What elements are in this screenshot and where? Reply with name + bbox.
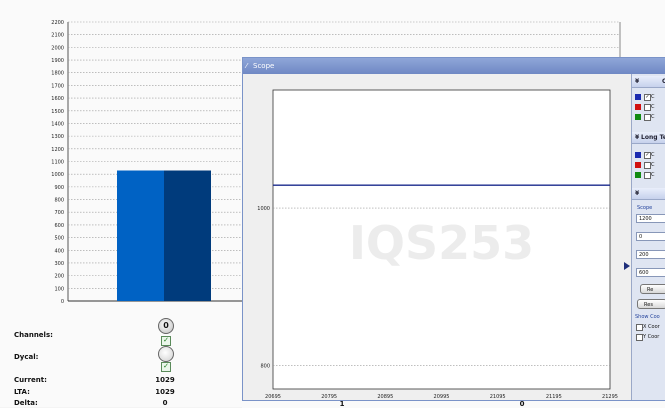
scope-field-4[interactable]: 600 xyxy=(636,268,665,277)
y-tick-label: 1500 xyxy=(51,109,64,115)
lt-label-3: C xyxy=(651,172,655,178)
scope-title-bar[interactable]: ⁄ Scope xyxy=(243,58,665,74)
channel-label-3: C xyxy=(651,114,655,120)
section-longterm-header[interactable]: ¥ Long Te xyxy=(632,132,665,144)
y-tick-label: 700 xyxy=(54,210,64,216)
channels-label: Channels: xyxy=(14,331,53,339)
blue-swatch xyxy=(635,94,641,100)
reset-button-1[interactable]: Re xyxy=(640,284,665,294)
collapse-icon[interactable]: ¥ xyxy=(635,76,639,87)
bar-2 xyxy=(164,170,211,301)
scope-field-2[interactable]: 0 xyxy=(636,232,665,241)
bar-1 xyxy=(117,170,164,301)
scope-plot: IQS253 1000 800 20695 20795 20895 20995 21095 21… xyxy=(257,89,618,400)
channel-checkbox-3[interactable] xyxy=(644,114,651,121)
scope-x-tick: 21095 xyxy=(490,394,506,400)
y-tick-label: 1400 xyxy=(51,121,64,127)
section-longterm-title: Long Te xyxy=(641,134,665,141)
dycal-label: Dycal: xyxy=(14,353,39,361)
reset-button-2[interactable]: Res xyxy=(637,299,665,309)
y-tick-label: 2100 xyxy=(51,33,64,39)
lt-label-2: C xyxy=(651,162,655,168)
scope-settings-label: Scope xyxy=(637,205,653,211)
delta-label: Delta: xyxy=(14,399,38,407)
y-tick-label: 1100 xyxy=(51,160,64,166)
y-tick-label: 900 xyxy=(54,185,64,191)
green-swatch xyxy=(635,172,641,178)
y-tick-label: 1300 xyxy=(51,134,64,140)
y-tick-label: 400 xyxy=(54,248,64,254)
y-tick-label: 1600 xyxy=(51,96,64,102)
y-coord-checkbox[interactable] xyxy=(636,334,643,341)
scope-y-tick: 1000 xyxy=(257,206,270,212)
lt-checkbox-1[interactable]: ✓ xyxy=(644,152,651,159)
lta-label: LTA: xyxy=(14,388,30,396)
watermark: IQS253 xyxy=(349,216,534,270)
y-tick-label: 1900 xyxy=(51,58,64,64)
y-tick-label: 1800 xyxy=(51,71,64,77)
y-tick-label: 200 xyxy=(54,274,64,280)
scope-window-icon: ⁄ xyxy=(246,62,248,70)
section-channels-header[interactable]: ¥ Cı xyxy=(632,76,665,88)
dycal-knob[interactable] xyxy=(158,346,174,362)
red-swatch xyxy=(635,162,641,168)
x-coord-checkbox[interactable] xyxy=(636,324,643,331)
y-tick-label: 100 xyxy=(54,286,64,292)
channels-checkbox[interactable]: ✓ xyxy=(161,336,171,346)
channel-checkbox-1[interactable]: ✓ xyxy=(644,94,651,101)
y-tick-label: 0 xyxy=(61,299,64,305)
collapse-icon[interactable]: ¥ xyxy=(635,132,639,143)
scope-title: Scope xyxy=(253,62,275,70)
scope-field-1[interactable]: 1200 xyxy=(636,214,665,223)
delta-value: 0 xyxy=(162,399,168,407)
scope-x-tick: 21295 xyxy=(602,394,618,400)
channel-label-1: C xyxy=(651,94,655,100)
current-value: 1029 xyxy=(155,376,175,384)
y-tick-label: 2000 xyxy=(51,45,64,51)
scope-window[interactable]: ⁄ Scope IQS253 1000 800 20695 20795 20895 2099… xyxy=(242,57,665,401)
dycal-checkbox[interactable]: ✓ xyxy=(161,362,171,372)
collapse-icon[interactable]: ¥ xyxy=(635,188,639,199)
scope-x-tick: 20995 xyxy=(434,394,450,400)
scope-y-tick: 800 xyxy=(260,363,270,369)
section-scope-header[interactable]: ¥ xyxy=(632,188,665,200)
scope-x-tick: 20795 xyxy=(321,394,337,400)
lt-checkbox-3[interactable] xyxy=(644,172,651,179)
lt-label-1: C xyxy=(651,152,655,158)
red-swatch xyxy=(635,104,641,110)
scope-side-panel: ¥ Cı ✓ C C C ¥ Long Te ✓ C C C ¥ Scope 1… xyxy=(631,74,665,400)
scope-x-tick: 21195 xyxy=(546,394,562,400)
lta-value: 1029 xyxy=(155,388,175,396)
y-tick-label: 1700 xyxy=(51,83,64,89)
blue-swatch xyxy=(635,152,641,158)
lt-checkbox-2[interactable] xyxy=(644,162,651,169)
y-tick-label: 2200 xyxy=(51,20,64,26)
scope-field-3[interactable]: 200 xyxy=(636,250,665,259)
expand-arrow-icon[interactable] xyxy=(624,262,630,270)
show-coords-label: Show Coo xyxy=(635,314,660,320)
channel-label-2: C xyxy=(651,104,655,110)
y-coord-label: Y Coor xyxy=(643,334,660,340)
y-tick-label: 1000 xyxy=(51,172,64,178)
y-tick-label: 500 xyxy=(54,236,64,242)
y-tick-label: 1200 xyxy=(51,147,64,153)
scope-x-tick: 20895 xyxy=(377,394,393,400)
x-coord-label: X Coor xyxy=(643,324,660,330)
y-tick-label: 800 xyxy=(54,198,64,204)
current-label: Current: xyxy=(14,376,47,384)
green-swatch xyxy=(635,114,641,120)
y-tick-label: 600 xyxy=(54,223,64,229)
scope-x-tick: 20695 xyxy=(265,394,281,400)
y-tick-label: 300 xyxy=(54,261,64,267)
channel-checkbox-2[interactable] xyxy=(644,104,651,111)
channels-knob[interactable]: 0 xyxy=(158,318,174,334)
